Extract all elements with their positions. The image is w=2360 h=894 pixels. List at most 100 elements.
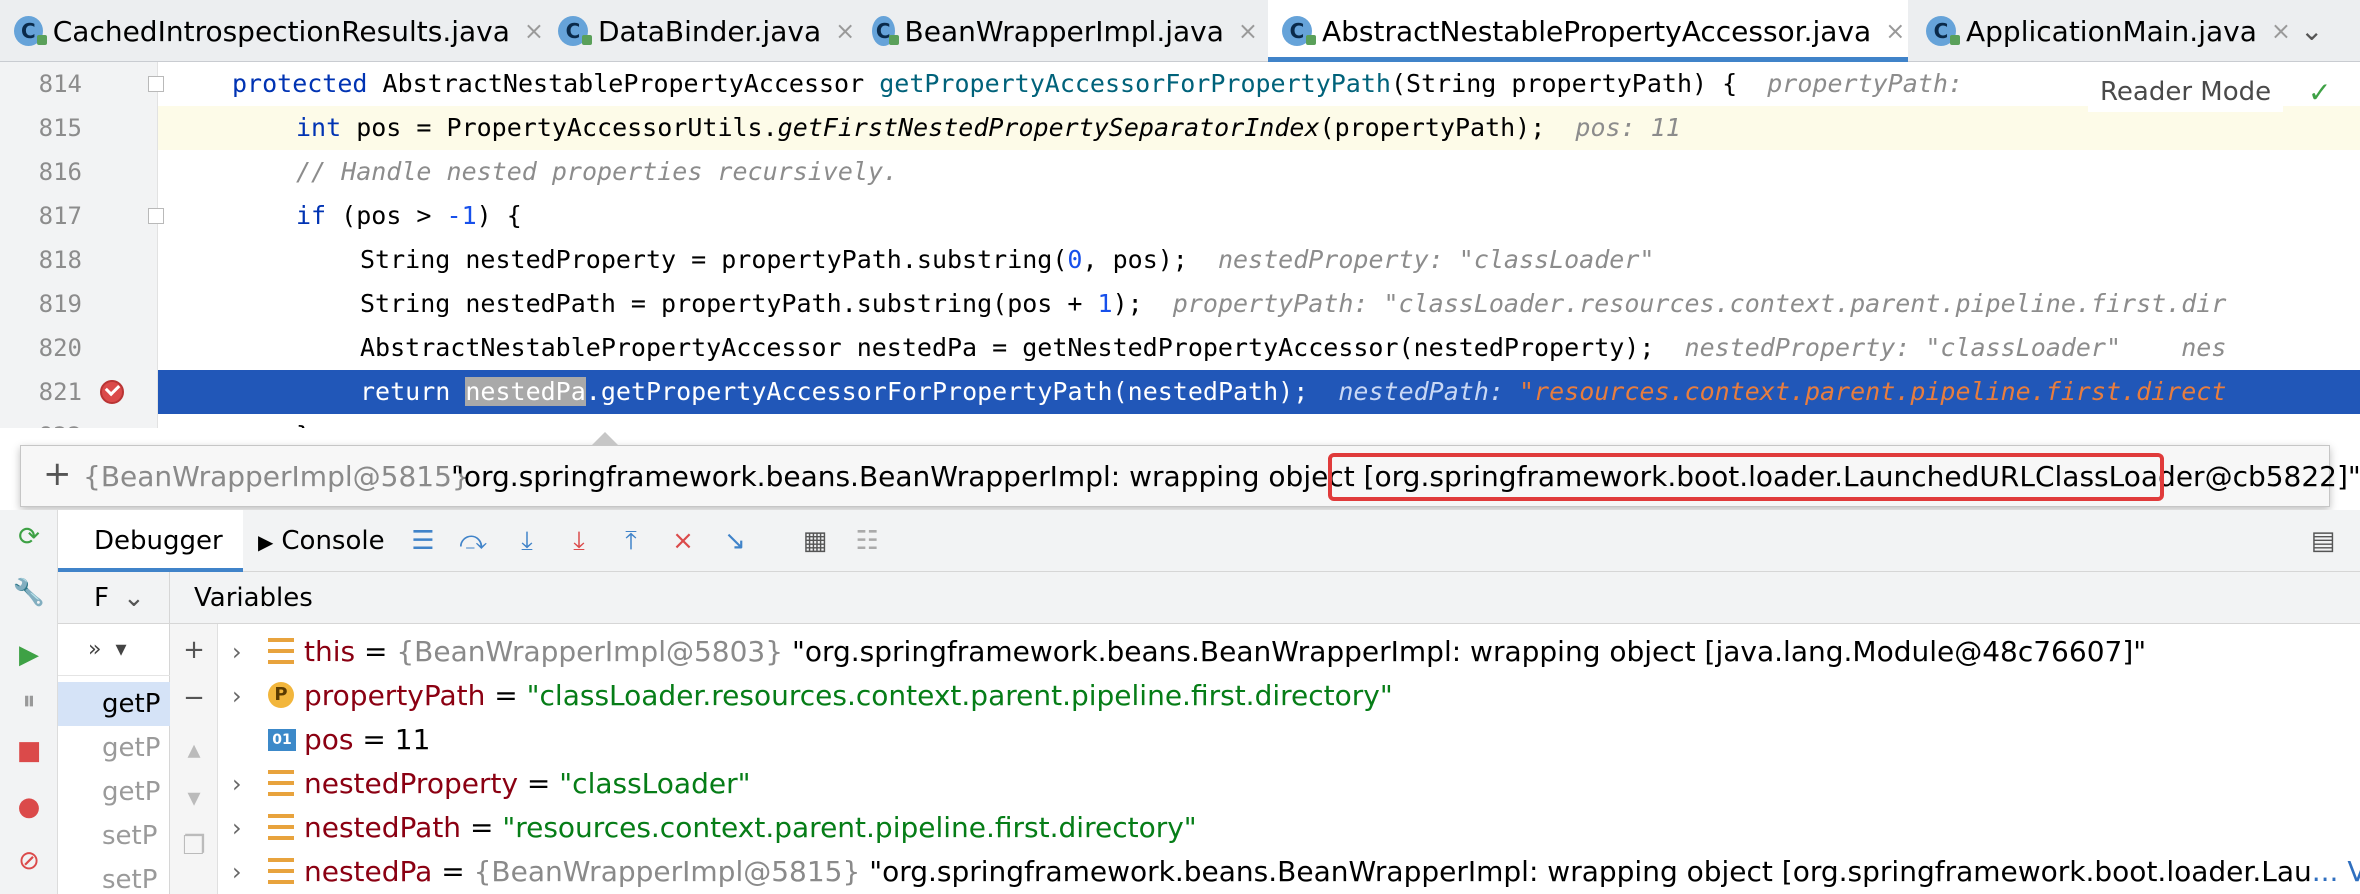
tab-application-main[interactable]: C ApplicationMain.java ×	[1926, 0, 2296, 62]
line-number: 816	[38, 158, 82, 186]
remove-watch-icon[interactable]: −	[180, 684, 208, 712]
frames-header[interactable]: F ⌄	[58, 572, 170, 624]
code-token: ) {	[476, 201, 522, 230]
variable-text: this = {BeanWrapperImpl@5803} "org.sprin…	[304, 635, 2147, 668]
move-down-icon[interactable]: ▾	[180, 784, 208, 812]
variable-value: "org.springframework.beans.BeanWrapperIm…	[783, 635, 2147, 668]
code-editor[interactable]: 814 815 816 817 818 819 820 821 822 prot…	[0, 62, 2360, 428]
expand-arrow-icon[interactable]: ›	[232, 850, 242, 894]
code-token: String nestedPath = propertyPath.substri…	[360, 289, 1098, 318]
breakpoint-icon[interactable]	[100, 380, 124, 404]
evaluate-expression-icon[interactable]: ▦	[800, 526, 830, 556]
line-number: 819	[38, 290, 82, 318]
tab-console[interactable]: ▶ Console	[258, 510, 385, 572]
variable-row[interactable]: › nestedPath = "resources.context.parent…	[218, 806, 2360, 850]
variables-header: Variables	[170, 572, 2360, 624]
variable-ref: {BeanWrapperImpl@5803}	[396, 635, 784, 668]
close-icon[interactable]: ×	[1238, 17, 1258, 45]
menu-icon[interactable]: ☰	[408, 526, 438, 556]
tab-label: ApplicationMain.java	[1966, 14, 2257, 48]
code-token: -1	[446, 201, 477, 230]
reader-mode-button[interactable]: Reader Mode	[2088, 72, 2284, 112]
expand-arrow-icon[interactable]: ›	[232, 674, 242, 718]
variable-row[interactable]: 01 pos = 11	[218, 718, 2360, 762]
code-line-814: protected AbstractNestablePropertyAccess…	[158, 62, 2360, 106]
view-more-link[interactable]: ... View	[2312, 855, 2360, 888]
variable-row[interactable]: › nestedProperty = "classLoader"	[218, 762, 2360, 806]
variable-row[interactable]: › nestedPa = {BeanWrapperImpl@5815} "org…	[218, 850, 2360, 894]
variables-tree[interactable]: › this = {BeanWrapperImpl@5803} "org.spr…	[218, 624, 2360, 894]
tab-debugger[interactable]: Debugger	[58, 510, 243, 572]
rerun-icon[interactable]: ⟳	[14, 522, 44, 552]
frames-list[interactable]: » ▾ getP getP getP setP setP	[58, 624, 170, 894]
variable-row[interactable]: › this = {BeanWrapperImpl@5803} "org.spr…	[218, 630, 2360, 674]
frame-item[interactable]: setP	[58, 858, 170, 894]
code-line-816: // Handle nested properties recursively.	[158, 150, 2360, 194]
more-icon[interactable]: »	[88, 637, 101, 662]
variable-value: "resources.context.parent.pipeline.first…	[502, 811, 1197, 844]
expand-arrow-icon[interactable]: ›	[232, 630, 242, 674]
frame-item[interactable]: getP	[58, 726, 170, 770]
step-over-icon[interactable]: ⤓	[512, 526, 542, 556]
close-icon[interactable]: ×	[2271, 17, 2291, 45]
variable-row[interactable]: › P propertyPath = "classLoader.resource…	[218, 674, 2360, 718]
frame-item[interactable]: getP	[58, 770, 170, 814]
variable-name: propertyPath	[304, 679, 486, 712]
line-number: 822	[0, 414, 82, 428]
frames-tools[interactable]: » ▾	[58, 624, 170, 676]
popup-value-prefix: "org.springframework.beans.BeanWrapperIm…	[451, 460, 1364, 493]
drop-frame-icon[interactable]: ⨯	[668, 526, 698, 556]
stop-icon[interactable]: ■	[14, 736, 44, 766]
run-to-cursor-icon[interactable]: ↘	[720, 526, 750, 556]
chevron-down-icon[interactable]: ▾	[115, 637, 126, 662]
variable-text: nestedProperty = "classLoader"	[304, 767, 751, 800]
wrench-icon[interactable]: 🔧	[13, 578, 45, 608]
highlighted-variable[interactable]: nestedPa	[465, 377, 586, 406]
step-out-icon[interactable]: ⤒	[616, 526, 646, 556]
close-icon[interactable]: ×	[1885, 17, 1905, 45]
copy-icon[interactable]: ❐	[180, 832, 208, 860]
force-step-into-icon[interactable]: ⤓	[564, 526, 594, 556]
code-token: getFirstNestedPropertySeparatorIndex	[777, 113, 1320, 142]
tab-label: BeanWrapperImpl.java	[904, 14, 1224, 48]
tab-cached-introspection-results[interactable]: C CachedIntrospectionResults.java ×	[14, 0, 544, 62]
close-icon[interactable]: ×	[524, 17, 544, 45]
variable-name: nestedPath	[304, 811, 462, 844]
primitive-icon: 01	[268, 729, 296, 751]
line-gutter[interactable]: 814 815 816 817 818 819 820 821 822	[0, 62, 164, 428]
expand-arrow-icon[interactable]: ›	[232, 806, 242, 850]
popup-value-suffix: @cb5822]"	[2204, 460, 2360, 493]
move-up-icon[interactable]: ▴	[180, 736, 208, 764]
code-line-815: int pos = PropertyAccessorUtils.getFirst…	[158, 106, 2360, 150]
check-icon[interactable]: ✓	[2308, 76, 2331, 109]
tab-data-binder[interactable]: C DataBinder.java ×	[558, 0, 858, 62]
frames-label: F	[94, 583, 109, 613]
chevron-down-icon[interactable]: ⌄	[123, 583, 145, 613]
code-token: 1	[1097, 289, 1113, 318]
code-token: .getPropertyAccessorForPropertyPath(nest…	[585, 377, 1309, 406]
debug-side-toolbar: ⟳ 🔧 ▶ ⏸ ■ ● ⊘	[0, 510, 58, 894]
add-watch-icon[interactable]: +	[180, 636, 208, 664]
resume-icon[interactable]: ▶	[14, 640, 44, 670]
console-icon: ▶	[258, 530, 274, 554]
trace-icon[interactable]: ☷	[852, 526, 882, 556]
pause-icon[interactable]: ⏸	[14, 686, 44, 716]
view-breakpoints-icon[interactable]: ●	[14, 792, 44, 822]
chevron-down-icon[interactable]: ⌄	[2300, 14, 2323, 47]
variable-name: pos	[304, 723, 354, 756]
code-comment: // Handle nested properties recursively.	[296, 157, 899, 186]
show-execution-point-icon[interactable]: ⤼	[458, 526, 488, 556]
tab-abstract-nestable-property-accessor[interactable]: C AbstractNestablePropertyAccessor.java …	[1268, 0, 1908, 62]
close-icon[interactable]: ×	[835, 17, 855, 45]
frame-item[interactable]: setP	[58, 814, 170, 858]
layout-icon[interactable]: ▤	[2308, 526, 2338, 556]
tab-bean-wrapper-impl[interactable]: C BeanWrapperImpl.java ×	[872, 0, 1258, 62]
frame-item[interactable]: getP	[58, 682, 170, 726]
class-icon: C	[14, 16, 47, 46]
code-token: int	[296, 113, 342, 142]
expand-arrow-icon[interactable]: ›	[232, 762, 242, 806]
expand-plus-icon[interactable]: +	[43, 454, 72, 494]
field-icon	[268, 770, 294, 796]
mute-breakpoints-icon[interactable]: ⊘	[14, 846, 44, 876]
